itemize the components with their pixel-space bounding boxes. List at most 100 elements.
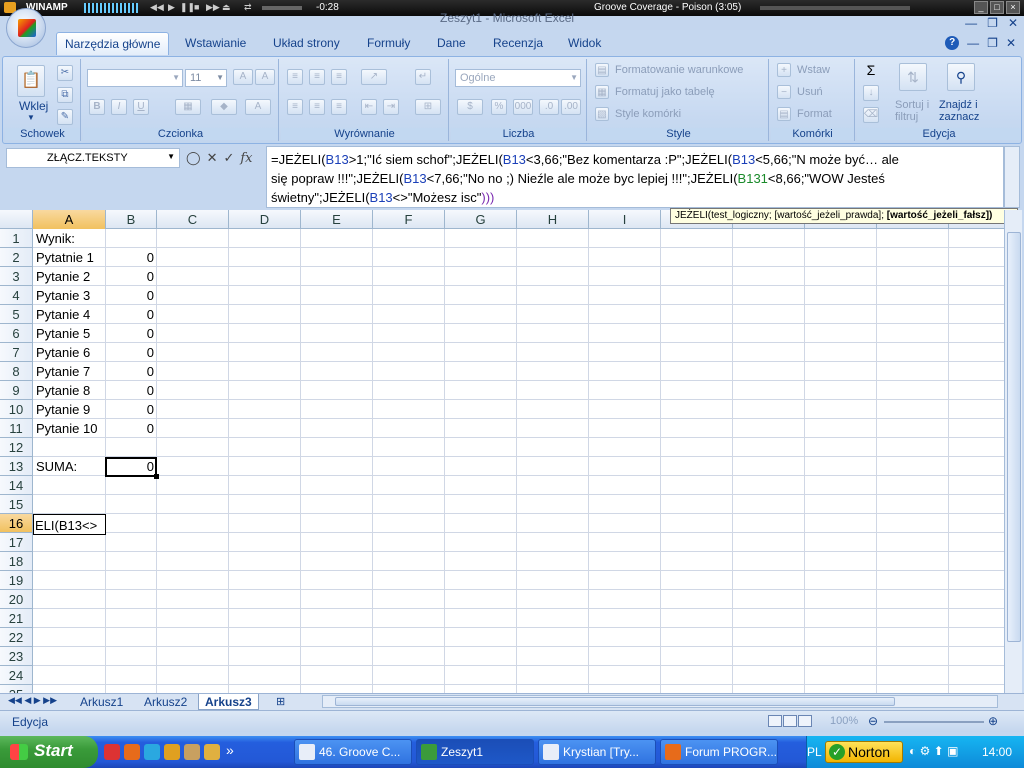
fill-color-icon[interactable]: ◆ bbox=[211, 99, 237, 115]
cell-b8[interactable]: 0 bbox=[106, 362, 157, 381]
row-header-20[interactable]: 20 bbox=[0, 590, 33, 609]
comma-style-icon[interactable]: 000 bbox=[513, 99, 533, 115]
shuffle-icon[interactable]: ⇄ bbox=[244, 2, 252, 13]
window-minimize-icon[interactable]: — bbox=[965, 16, 977, 30]
minimize-icon[interactable]: _ bbox=[974, 1, 988, 14]
font-color-icon[interactable]: A bbox=[245, 99, 271, 115]
cell-b9[interactable]: 0 bbox=[106, 381, 157, 400]
row-header-18[interactable]: 18 bbox=[0, 552, 33, 571]
paste-dropdown-icon[interactable]: ▼ bbox=[27, 113, 35, 122]
find-select-button[interactable]: Znajdź i zaznacz bbox=[939, 99, 987, 123]
copy-icon[interactable]: ⧉ bbox=[57, 87, 73, 103]
column-header-c[interactable]: C bbox=[157, 210, 229, 229]
row-header-22[interactable]: 22 bbox=[0, 628, 33, 647]
paste-icon[interactable]: 📋 bbox=[17, 65, 45, 97]
column-header-h[interactable]: H bbox=[517, 210, 589, 229]
next-icon[interactable]: ▶▶ bbox=[206, 2, 220, 13]
horizontal-scrollbar[interactable] bbox=[322, 695, 998, 708]
firefox-icon[interactable] bbox=[124, 744, 140, 760]
zoom-out-icon[interactable]: ⊖ bbox=[868, 714, 878, 728]
pause-icon[interactable]: ❚❚ bbox=[180, 2, 195, 13]
row-header-10[interactable]: 10 bbox=[0, 400, 33, 419]
increase-indent-icon[interactable]: ⇥ bbox=[383, 99, 399, 115]
insert-button[interactable]: Wstaw bbox=[797, 64, 830, 76]
sort-filter-button[interactable]: Sortuj i filtruj bbox=[895, 99, 935, 123]
cell-a1[interactable]: Wynik: bbox=[33, 229, 106, 248]
quicklaunch-icon[interactable] bbox=[164, 744, 180, 760]
cell-a4[interactable]: Pytanie 3 bbox=[33, 286, 106, 305]
column-header-i[interactable]: I bbox=[589, 210, 661, 229]
play-icon[interactable]: ▶ bbox=[168, 2, 175, 13]
decrease-indent-icon[interactable]: ⇤ bbox=[361, 99, 377, 115]
row-header-5[interactable]: 5 bbox=[0, 305, 33, 324]
cell-b3[interactable]: 0 bbox=[106, 267, 157, 286]
row-header-1[interactable]: 1 bbox=[0, 229, 33, 248]
cell-a7[interactable]: Pytanie 6 bbox=[33, 343, 106, 362]
tab-home[interactable]: Narzędzia główne bbox=[56, 32, 170, 55]
row-header-23[interactable]: 23 bbox=[0, 647, 33, 666]
stop-icon[interactable]: ■ bbox=[194, 2, 199, 12]
language-indicator[interactable]: PL bbox=[807, 745, 822, 759]
shrink-font-icon[interactable]: A bbox=[255, 69, 275, 85]
column-header-f[interactable]: F bbox=[373, 210, 445, 229]
increase-decimal-icon[interactable]: .0 bbox=[539, 99, 559, 115]
format-button[interactable]: Format bbox=[797, 108, 832, 120]
editing-cell[interactable]: ELI(B13<> bbox=[33, 514, 106, 535]
quicklaunch-icon[interactable] bbox=[184, 744, 200, 760]
column-header-b[interactable]: B bbox=[106, 210, 157, 229]
cell-a13[interactable]: SUMA: bbox=[33, 457, 106, 476]
select-all-corner[interactable] bbox=[0, 210, 33, 229]
cell-a8[interactable]: Pytanie 7 bbox=[33, 362, 106, 381]
cell-styles-button[interactable]: Style komórki bbox=[615, 108, 681, 120]
conditional-formatting-button[interactable]: Formatowanie warunkowe bbox=[615, 64, 743, 76]
cell-b1[interactable] bbox=[106, 229, 157, 248]
wrap-text-icon[interactable]: ↵ bbox=[415, 69, 431, 85]
format-painter-icon[interactable]: ✎ bbox=[57, 109, 73, 125]
italic-icon[interactable]: I bbox=[111, 99, 127, 115]
zoom-in-icon[interactable]: ⊕ bbox=[988, 714, 998, 728]
column-header-d[interactable]: D bbox=[229, 210, 301, 229]
formula-input[interactable]: =JEŻELI(B13>1;"Ić siem schof";JEŻELI(B13… bbox=[266, 146, 1004, 208]
help-icon[interactable]: ? bbox=[945, 36, 960, 50]
autosum-icon[interactable]: Σ bbox=[863, 63, 879, 79]
cell-b4[interactable]: 0 bbox=[106, 286, 157, 305]
window-restore-icon[interactable]: ❐ bbox=[987, 16, 998, 30]
skype-icon[interactable] bbox=[144, 744, 160, 760]
vertical-scrollbar[interactable] bbox=[1004, 210, 1022, 694]
row-header-8[interactable]: 8 bbox=[0, 362, 33, 381]
doc-close-icon[interactable]: ✕ bbox=[1006, 36, 1016, 50]
fill-icon[interactable]: ↓ bbox=[863, 85, 879, 101]
horizontal-scroll-thumb[interactable] bbox=[335, 697, 895, 706]
formula-expand-scroll[interactable] bbox=[1004, 146, 1020, 208]
cell-a3[interactable]: Pytanie 2 bbox=[33, 267, 106, 286]
row-header-17[interactable]: 17 bbox=[0, 533, 33, 552]
norton-button[interactable]: ✓ Norton bbox=[825, 741, 903, 763]
page-layout-view-icon[interactable] bbox=[783, 715, 797, 727]
start-button[interactable]: Start bbox=[0, 736, 98, 768]
tab-insert[interactable]: Wstawianie bbox=[185, 36, 246, 50]
paste-button[interactable]: Wklej bbox=[19, 99, 48, 113]
row-header-6[interactable]: 6 bbox=[0, 324, 33, 343]
tab-data[interactable]: Dane bbox=[437, 36, 466, 50]
active-cell-selection[interactable] bbox=[105, 457, 159, 479]
row-header-14[interactable]: 14 bbox=[0, 476, 33, 495]
name-box[interactable]: ZŁĄCZ.TEKSTY ▼ bbox=[6, 148, 180, 168]
close-icon[interactable]: × bbox=[1006, 1, 1020, 14]
task-excel[interactable]: Zeszyt1 bbox=[416, 739, 534, 765]
tray-icons[interactable]: ◐ ⚙ ⬆ ▣ bbox=[909, 744, 958, 758]
row-header-21[interactable]: 21 bbox=[0, 609, 33, 628]
orientation-icon[interactable]: ↗ bbox=[361, 69, 387, 85]
insert-function-button[interactable]: fx bbox=[240, 151, 252, 166]
align-center-icon[interactable]: ≡ bbox=[309, 99, 325, 115]
vertical-scroll-thumb[interactable] bbox=[1007, 232, 1021, 642]
column-header-e[interactable]: E bbox=[301, 210, 373, 229]
bold-icon[interactable]: B bbox=[89, 99, 105, 115]
row-header-16[interactable]: 16 bbox=[0, 514, 33, 533]
tab-review[interactable]: Recenzja bbox=[493, 36, 543, 50]
office-button[interactable] bbox=[6, 8, 46, 48]
clear-icon[interactable]: ⌫ bbox=[863, 107, 879, 123]
row-header-24[interactable]: 24 bbox=[0, 666, 33, 685]
task-winamp[interactable]: 46. Groove C... bbox=[294, 739, 412, 765]
maximize-icon[interactable]: □ bbox=[990, 1, 1004, 14]
zoom-slider[interactable] bbox=[884, 721, 984, 723]
